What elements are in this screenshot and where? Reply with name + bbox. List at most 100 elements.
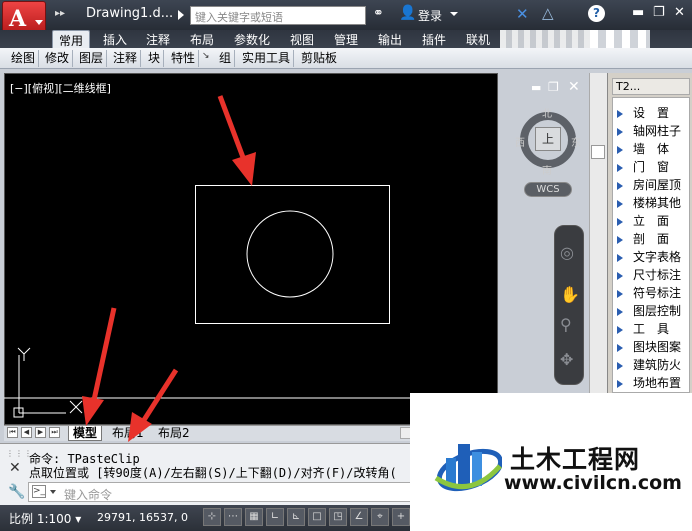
steering-wheel-icon[interactable]: ◎ <box>560 243 574 262</box>
panel-clipboard[interactable]: 剪贴板 <box>298 50 340 67</box>
tab-layout1[interactable]: 布局1 <box>108 426 148 441</box>
command-prompt-icon[interactable]: >_ <box>32 485 46 498</box>
annotation-scale[interactable]: 比例 1:100 ▾ <box>9 510 81 527</box>
last-tab-icon[interactable]: ⏭ <box>49 427 60 438</box>
binoculars-icon[interactable]: ⚭ <box>373 6 384 21</box>
panel-draw[interactable]: 绘图 <box>8 50 40 67</box>
object-snap-icon[interactable]: □ <box>308 508 326 526</box>
tab-home[interactable]: 常用 <box>52 30 91 49</box>
palette-title[interactable]: T2... <box>612 78 690 95</box>
palette-item-label: 设 置 <box>633 106 670 120</box>
expand-arrow-icon <box>617 145 623 154</box>
vertical-scrollbar[interactable] <box>589 73 607 425</box>
tab-insert[interactable]: 插入 <box>97 30 133 49</box>
panel-properties[interactable]: 特性 <box>168 50 200 67</box>
panel-layers[interactable]: 图层 <box>76 50 108 67</box>
expand-arrow-icon <box>617 253 623 262</box>
panel-modify[interactable]: 修改 <box>42 50 74 67</box>
watermark-logo <box>434 444 502 492</box>
panel-expand-icon[interactable]: ↘ <box>202 51 210 61</box>
expand-arrow-icon <box>617 163 623 172</box>
login-dropdown-icon[interactable] <box>450 12 458 16</box>
palette-item[interactable]: 剖 面 <box>617 230 689 247</box>
polar-tracking-icon[interactable]: ⊾ <box>287 508 305 526</box>
scrollbar-thumb[interactable] <box>591 145 605 159</box>
recent-commands-dropdown-icon[interactable] <box>50 490 56 494</box>
panel-block[interactable]: 块 <box>145 50 165 67</box>
prev-tab-icon[interactable]: ◀ <box>21 427 32 438</box>
next-tab-icon[interactable]: ▶ <box>35 427 46 438</box>
palette-item[interactable]: 墙 体 <box>617 140 689 157</box>
exchange-icon[interactable]: ✕ <box>516 5 529 23</box>
window-restore-button[interactable]: ❐ <box>653 5 665 20</box>
orbit-icon[interactable]: ✥ <box>560 350 573 369</box>
quick-access-more-icon[interactable]: ▸▸ <box>55 8 65 19</box>
autodesk-360-icon[interactable]: △ <box>542 4 554 22</box>
palette-item-label: 门 窗 <box>633 160 670 174</box>
tab-manage[interactable]: 管理 <box>328 30 364 49</box>
palette-item[interactable]: 图块图案 <box>617 338 689 355</box>
compass-south[interactable]: 南 <box>542 162 552 177</box>
palette-item-label: 墙 体 <box>633 142 670 156</box>
palette-item[interactable]: 文字表格 <box>617 248 689 265</box>
viewcube-top-face[interactable]: 上 <box>535 127 561 151</box>
palette-item[interactable]: 房间屋顶 <box>617 176 689 193</box>
compass-east[interactable]: 东 <box>571 134 581 149</box>
compass-north[interactable]: 北 <box>542 105 552 120</box>
snap-mode-icon[interactable]: ⋯ <box>224 508 242 526</box>
panel-annotation[interactable]: 注释 <box>110 50 142 67</box>
tab-annotate[interactable]: 注释 <box>140 30 176 49</box>
grid-display-icon[interactable]: ▦ <box>245 508 263 526</box>
palette-item[interactable]: 场地布置 <box>617 374 689 391</box>
tab-model[interactable]: 模型 <box>68 426 103 441</box>
viewport-close-button[interactable]: ✕ <box>568 79 580 95</box>
login-button[interactable]: 登录 <box>418 7 442 24</box>
dynamic-input-icon[interactable]: + <box>392 508 410 526</box>
palette-item[interactable]: 立 面 <box>617 212 689 229</box>
expand-arrow-icon <box>617 325 623 334</box>
tab-layout[interactable]: 布局 <box>184 30 220 49</box>
palette-item[interactable]: 楼梯其他 <box>617 194 689 211</box>
palette-item[interactable]: 轴网柱子 <box>617 122 689 139</box>
help-icon[interactable]: ? <box>588 5 605 22</box>
infer-constraints-icon[interactable]: ⊹ <box>203 508 221 526</box>
otrack-icon[interactable]: ∠ <box>350 508 368 526</box>
panel-groups[interactable]: 组 <box>216 50 236 67</box>
palette-item[interactable]: 建筑防火 <box>617 356 689 373</box>
ducs-icon[interactable]: ⌖ <box>371 508 389 526</box>
palette-item[interactable]: 图层控制 <box>617 302 689 319</box>
palette-item[interactable]: 符号标注 <box>617 284 689 301</box>
viewport-minimize-button[interactable]: ▬ <box>531 81 541 94</box>
palette-item[interactable]: 设 置 <box>617 104 689 121</box>
user-icon[interactable]: 👤 <box>399 5 416 21</box>
pan-hand-icon[interactable]: ✋ <box>560 285 580 304</box>
3d-osnap-icon[interactable]: ◳ <box>329 508 347 526</box>
viewport-restore-button[interactable]: ❐ <box>548 80 559 94</box>
wcs-menu-button[interactable]: WCS <box>524 182 572 197</box>
tab-parametric[interactable]: 参数化 <box>228 30 276 49</box>
close-icon[interactable]: ✕ <box>9 460 21 476</box>
compass-west[interactable]: 西 <box>515 134 525 149</box>
zoom-icon[interactable]: ⚲ <box>560 315 572 334</box>
tab-layout2[interactable]: 布局2 <box>154 426 194 441</box>
expand-arrow-icon <box>617 127 623 136</box>
command-input[interactable]: 键入命令 <box>64 486 112 503</box>
ortho-mode-icon[interactable]: ∟ <box>266 508 284 526</box>
palette-item[interactable]: 尺寸标注 <box>617 266 689 283</box>
panel-utilities[interactable]: 实用工具 <box>239 50 295 67</box>
title-expand-icon[interactable] <box>178 10 184 20</box>
window-minimize-button[interactable]: ▬ <box>632 5 644 20</box>
window-close-button[interactable]: ✕ <box>674 5 685 20</box>
palette-item-label: 文字表格 <box>633 250 682 264</box>
tab-output[interactable]: 输出 <box>372 30 408 49</box>
tab-plugins[interactable]: 插件 <box>416 30 452 49</box>
first-tab-icon[interactable]: ⏮ <box>7 427 18 438</box>
palette-item[interactable]: 工 具 <box>617 320 689 337</box>
expand-arrow-icon <box>617 289 623 298</box>
document-title: Drawing1.d... <box>86 6 174 21</box>
wrench-icon[interactable]: 🔧 <box>8 484 25 500</box>
help-search-input[interactable]: 键入关键字或短语 <box>190 6 366 25</box>
palette-item[interactable]: 门 窗 <box>617 158 689 175</box>
tab-view[interactable]: 视图 <box>284 30 320 49</box>
tab-online[interactable]: 联机 <box>460 30 496 49</box>
